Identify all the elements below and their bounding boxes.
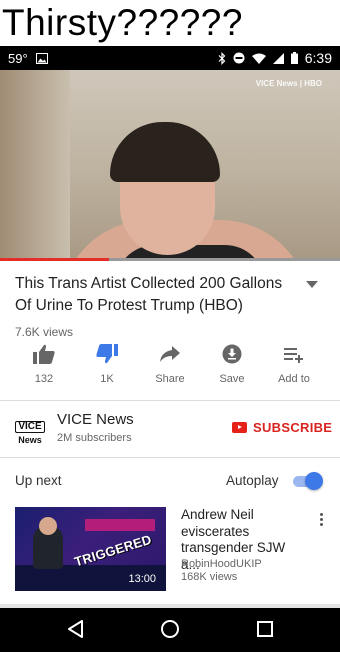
- recommended-video-thumbnail[interactable]: TRIGGERED 13:00: [15, 507, 166, 591]
- more-options-icon[interactable]: [318, 513, 324, 529]
- android-nav-bar: [0, 608, 340, 652]
- dislike-count: 1K: [100, 373, 114, 385]
- add-to-label: Add to: [278, 373, 310, 385]
- playlist-add-icon: [284, 348, 303, 363]
- thumbnail-text: TRIGGERED: [72, 531, 154, 570]
- share-label: Share: [155, 373, 185, 385]
- video-frame-hair: [110, 122, 220, 182]
- thumbnail-head: [39, 517, 57, 535]
- channel-avatar[interactable]: VICE News: [14, 416, 46, 445]
- like-count: 132: [34, 373, 54, 385]
- clock: 6:39: [304, 50, 332, 66]
- thumbnail-banner: [85, 519, 155, 531]
- recents-icon[interactable]: [255, 619, 275, 639]
- status-bar: 59° 6:39: [0, 46, 340, 70]
- subscribe-label: SUBSCRIBE: [253, 420, 333, 435]
- video-watermark: VICE News | HBO: [255, 79, 322, 88]
- recommended-video-channel: RobinHoodUKIP: [181, 558, 262, 570]
- divider: [0, 400, 340, 401]
- channel-logo-line1: VICE: [15, 421, 45, 433]
- video-title: This Trans Artist Collected 200 Gallons …: [15, 275, 283, 314]
- dislike-button[interactable]: 1K: [75, 344, 139, 385]
- bluetooth-icon: [218, 51, 226, 65]
- video-info: This Trans Artist Collected 200 Gallons …: [15, 273, 285, 339]
- recommended-video[interactable]: TRIGGERED 13:00 Andrew Neil eviscerates …: [15, 507, 330, 593]
- thumbs-down-icon: [96, 344, 118, 364]
- download-icon: [222, 344, 242, 364]
- wifi-icon: [251, 53, 266, 64]
- share-icon: [160, 346, 180, 362]
- cell-signal-icon: [272, 52, 284, 64]
- thumbs-up-icon: [33, 344, 55, 364]
- channel-row: VICE News VICE News 2M subscribers SUBSC…: [0, 406, 340, 452]
- autoplay-label: Autoplay: [226, 473, 279, 488]
- caption-text: Thirsty??????: [2, 2, 243, 43]
- image-notification-icon: [35, 53, 48, 64]
- video-player[interactable]: VICE News | HBO: [0, 70, 340, 260]
- video-progress-fill: [0, 258, 109, 261]
- subscribe-button[interactable]: SUBSCRIBE: [232, 420, 332, 435]
- back-icon[interactable]: [66, 619, 86, 639]
- video-progress-bar[interactable]: [0, 258, 340, 261]
- autoplay-toggle[interactable]: [291, 472, 323, 490]
- video-frame-background: [0, 70, 70, 260]
- youtube-play-icon: [232, 422, 247, 433]
- video-duration: 13:00: [128, 573, 156, 585]
- view-count: 7.6K views: [15, 325, 74, 339]
- channel-name[interactable]: VICE News: [57, 411, 134, 428]
- subscriber-count: 2M subscribers: [57, 432, 132, 444]
- recommended-video-views: 168K views: [181, 571, 238, 583]
- channel-logo-line2: News: [18, 435, 42, 445]
- action-bar: 132 1K Share Save Add to: [0, 344, 340, 392]
- like-button[interactable]: 132: [12, 344, 76, 385]
- autoplay-toggle-knob: [305, 472, 323, 490]
- battery-icon: [290, 52, 298, 64]
- home-icon[interactable]: [160, 619, 180, 639]
- share-button[interactable]: Share: [138, 344, 202, 385]
- save-label: Save: [219, 373, 245, 385]
- save-button[interactable]: Save: [200, 344, 264, 385]
- expand-description-chevron-down-icon[interactable]: [306, 281, 318, 288]
- divider: [0, 457, 340, 458]
- do-not-disturb-icon: [233, 52, 245, 64]
- meme-caption: Thirsty??????: [0, 0, 340, 46]
- add-to-button[interactable]: Add to: [262, 344, 326, 385]
- up-next-label: Up next: [15, 473, 62, 488]
- temperature: 59°: [8, 51, 28, 66]
